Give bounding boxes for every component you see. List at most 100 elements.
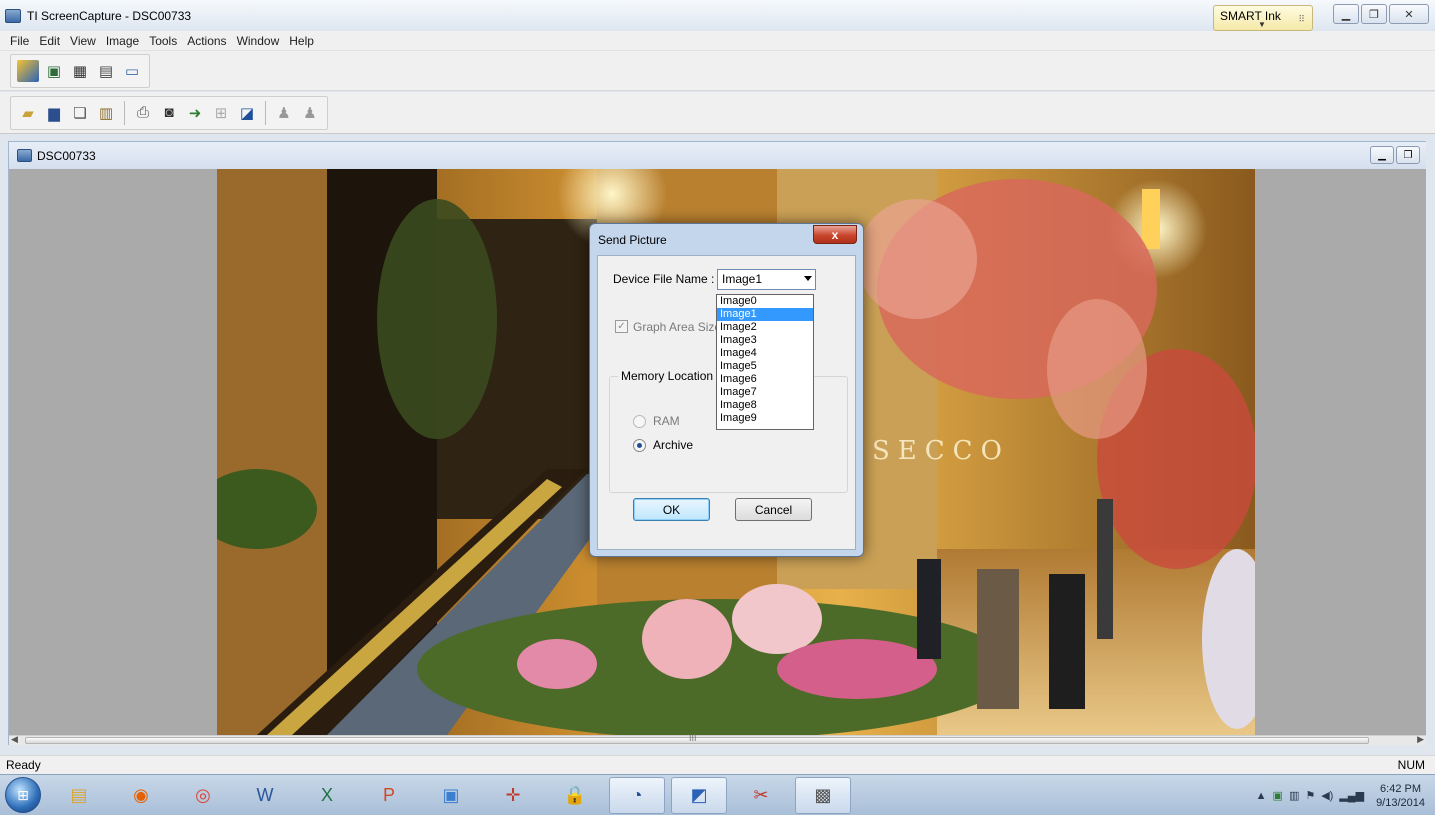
num-lock-indicator: NUM: [1397, 758, 1425, 772]
menu-help[interactable]: Help: [284, 34, 319, 48]
combo-value: Image1: [722, 272, 763, 286]
scroll-right-icon[interactable]: ▶: [1417, 734, 1424, 745]
picture-icon[interactable]: ▭: [121, 60, 143, 82]
ti-logo-icon[interactable]: [17, 59, 39, 82]
menu-edit[interactable]: Edit: [34, 34, 65, 48]
firefox-icon[interactable]: ◉: [113, 777, 169, 814]
menu-file[interactable]: File: [5, 34, 34, 48]
open-folder-icon[interactable]: ▰: [17, 102, 39, 124]
image-window-restore-button[interactable]: ❐: [1396, 146, 1420, 164]
maximize-button[interactable]: ❐: [1361, 4, 1387, 24]
menu-actions[interactable]: Actions: [182, 34, 231, 48]
signal-icon[interactable]: ▂▄▆: [1339, 789, 1364, 802]
word-icon[interactable]: W: [237, 777, 293, 814]
dropdown-option-image3[interactable]: Image3: [717, 334, 813, 347]
clock-time: 6:42 PM: [1380, 782, 1422, 795]
users-icon[interactable]: ♟: [299, 102, 321, 124]
menu-view[interactable]: View: [65, 34, 101, 48]
dropdown-option-image6[interactable]: Image6: [717, 373, 813, 386]
ok-button[interactable]: OK: [633, 498, 710, 521]
dropdown-option-image0[interactable]: Image0: [717, 295, 813, 308]
device-file-name-dropdown: Image0 Image1 Image2 Image3 Image4 Image…: [716, 294, 814, 430]
graph-area-size-label: Graph Area Size: [633, 320, 722, 334]
archive-label: Archive: [653, 438, 694, 452]
device-file-name-combo[interactable]: Image1: [717, 269, 816, 290]
horizontal-scrollbar[interactable]: ◀ III ▶: [9, 733, 1426, 745]
flag-tray-icon[interactable]: ⚑: [1305, 789, 1315, 802]
show-hidden-icons-icon[interactable]: ▲: [1256, 790, 1267, 802]
explorer-icon[interactable]: ▤: [51, 777, 107, 814]
memory-location-label: Memory Location: [618, 369, 717, 383]
dropdown-option-image7[interactable]: Image7: [717, 386, 813, 399]
excel-icon[interactable]: X: [299, 777, 355, 814]
save-icon[interactable]: ▆: [43, 102, 65, 124]
grid-icon[interactable]: ⊞: [210, 102, 232, 124]
window-title: TI ScreenCapture - DSC00733: [27, 8, 192, 23]
menu-tools[interactable]: Tools: [144, 34, 182, 48]
menu-image[interactable]: Image: [101, 34, 144, 48]
ram-label: RAM: [653, 414, 680, 428]
dropdown-option-image1[interactable]: Image1: [717, 308, 813, 321]
network-tray-icon[interactable]: ▣: [1273, 789, 1283, 802]
screen-capture-icon[interactable]: ▣: [43, 60, 65, 82]
edit-icon[interactable]: ◪: [236, 102, 258, 124]
archive-radio[interactable]: [633, 439, 646, 452]
smart-ink-arrow-icon: ▼: [1258, 20, 1266, 29]
user-icon[interactable]: ♟: [273, 102, 295, 124]
minimize-button[interactable]: ▁: [1333, 4, 1359, 24]
smart-ink-label: SMART Ink: [1220, 9, 1281, 23]
graph-area-size-checkbox[interactable]: ✓: [615, 320, 628, 333]
smart-ink-button[interactable]: SMART Ink ▼ ⠿: [1213, 5, 1313, 31]
smart-ink-grip-icon: ⠿: [1298, 14, 1305, 24]
taskbar: ⊞ ▤ ◉ ◎ W X P ▣ ✛ 🔒 ◔ ◩ ✂ ▩ ▲ ▣ ▥ ⚑ ◀) ▂…: [0, 774, 1435, 815]
lock-icon[interactable]: 🔒: [547, 777, 603, 814]
toolbar-separator: [265, 100, 266, 125]
ok-label: OK: [662, 502, 681, 517]
crosshair-icon[interactable]: ✛: [485, 777, 541, 814]
powerpoint-icon[interactable]: P: [361, 777, 417, 814]
dialog-close-button[interactable]: x: [813, 225, 857, 244]
dropdown-option-image4[interactable]: Image4: [717, 347, 813, 360]
status-bar: Ready NUM: [0, 755, 1435, 774]
toolbar-top: ▣ ▦ ▤ ▭: [0, 51, 1435, 91]
print-icon[interactable]: ⎙: [132, 102, 154, 124]
clock-app-icon[interactable]: ◔: [609, 776, 665, 814]
windows-logo-icon: ⊞: [17, 786, 29, 803]
cancel-button[interactable]: Cancel: [735, 498, 812, 521]
horizontal-scroll-thumb[interactable]: [25, 737, 1369, 744]
vertical-scrollbar[interactable]: [1426, 141, 1435, 745]
notepad-icon[interactable]: ▣: [423, 777, 479, 814]
chrome-icon[interactable]: ◎: [175, 777, 231, 814]
device-file-name-label: Device File Name :: [613, 272, 715, 286]
dialog-title: Send Picture: [598, 233, 667, 247]
ti-screencapture-icon[interactable]: ◩: [671, 776, 727, 814]
app-icon: [5, 8, 21, 23]
image-window-title: DSC00733: [37, 148, 96, 163]
scroll-left-icon[interactable]: ◀: [11, 734, 18, 745]
calculator-icon[interactable]: ▤: [95, 60, 117, 82]
chevron-down-icon[interactable]: [804, 276, 812, 281]
start-button[interactable]: ⊞: [5, 777, 41, 813]
dropdown-option-image2[interactable]: Image2: [717, 321, 813, 334]
ram-radio[interactable]: [633, 415, 646, 428]
title-bar: TI ScreenCapture - DSC00733 SMART Ink ▼ …: [0, 0, 1435, 31]
menu-window[interactable]: Window: [232, 34, 285, 48]
image-window-minimize-button[interactable]: ▁: [1370, 146, 1394, 164]
clock[interactable]: 6:42 PM 9/13/2014: [1376, 782, 1425, 810]
send-to-calculator-icon[interactable]: ➜: [184, 102, 206, 124]
snipping-tool-icon[interactable]: ✂: [733, 777, 789, 814]
image-window-title-bar: DSC00733 ▁ ❐: [9, 142, 1426, 169]
paint-icon[interactable]: ▩: [795, 776, 851, 814]
copy-icon[interactable]: ❏: [69, 102, 91, 124]
menu-bar: File Edit View Image Tools Actions Windo…: [0, 31, 1435, 51]
dropdown-option-image9[interactable]: Image9: [717, 412, 813, 425]
toolbar-separator: [124, 100, 125, 125]
dropdown-option-image5[interactable]: Image5: [717, 360, 813, 373]
device-tray-icon[interactable]: ▥: [1289, 789, 1299, 802]
dropdown-option-image8[interactable]: Image8: [717, 399, 813, 412]
close-button[interactable]: ✕: [1389, 4, 1429, 24]
paste-icon[interactable]: ▥: [95, 102, 117, 124]
volume-icon[interactable]: ◀): [1321, 789, 1333, 802]
filmstrip-icon[interactable]: ▦: [69, 60, 91, 82]
camera-icon[interactable]: ◙: [158, 102, 180, 124]
